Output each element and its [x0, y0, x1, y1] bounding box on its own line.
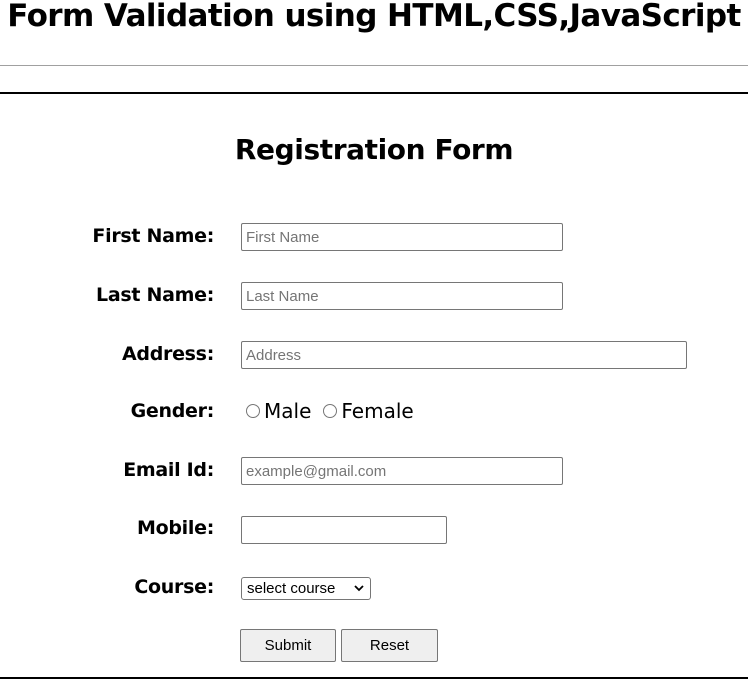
form-border-bottom	[0, 677, 748, 679]
form-border-top	[0, 92, 748, 94]
first-name-input[interactable]	[241, 223, 563, 251]
course-select-value: select course	[247, 580, 336, 597]
male-radio[interactable]	[246, 404, 260, 418]
gender-option-female[interactable]: Female	[323, 399, 414, 423]
last-name-label: Last Name:	[96, 284, 214, 306]
email-label: Email Id:	[123, 459, 214, 481]
gender-option-male[interactable]: Male	[246, 399, 311, 423]
female-radio[interactable]	[323, 404, 338, 418]
email-input[interactable]	[241, 457, 563, 485]
form-title: Registration Form	[234, 133, 514, 166]
gender-label: Gender:	[130, 400, 215, 422]
first-name-label: First Name:	[92, 225, 214, 247]
address-label: Address:	[122, 343, 214, 365]
submit-button[interactable]: Submit	[240, 629, 336, 662]
address-input[interactable]	[241, 341, 687, 369]
reset-button[interactable]: Reset	[341, 629, 438, 662]
mobile-input[interactable]	[241, 516, 447, 544]
last-name-input[interactable]	[241, 282, 563, 310]
gender-radio-group: Male Female	[246, 398, 414, 424]
course-select[interactable]: select course	[241, 577, 371, 600]
male-radio-label: Male	[264, 399, 312, 423]
page-title: Form Validation using HTML,CSS,JavaScrip…	[7, 0, 741, 34]
female-radio-label: Female	[341, 399, 414, 423]
divider	[0, 65, 748, 66]
chevron-down-icon	[354, 585, 364, 592]
mobile-label: Mobile:	[137, 517, 214, 539]
course-label: Course:	[134, 576, 214, 598]
